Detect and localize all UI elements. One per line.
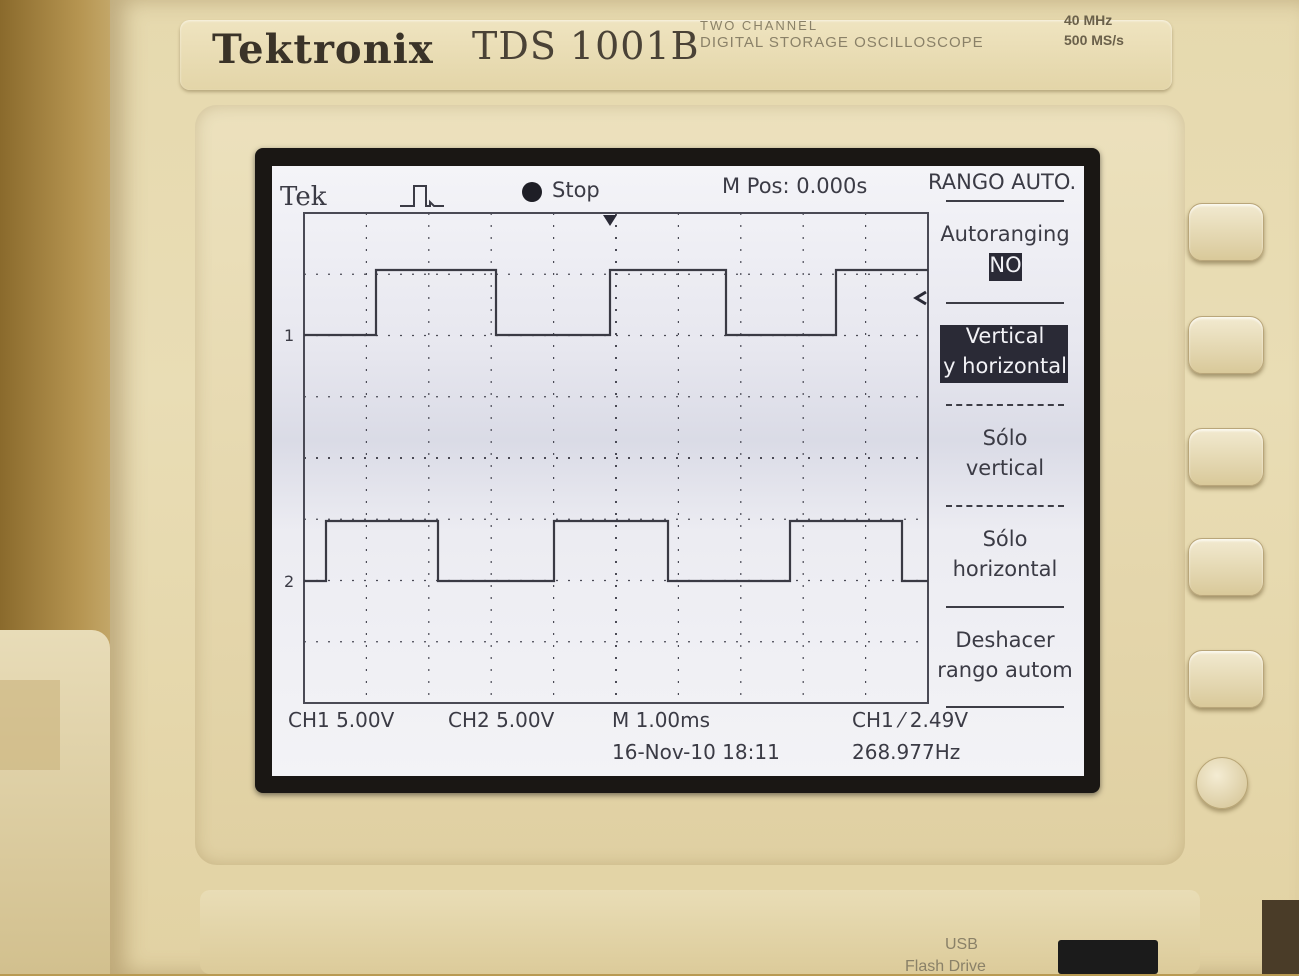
waveform-graticule xyxy=(303,212,929,704)
menu-divider xyxy=(946,404,1064,406)
spec-sample-rate: 500 MS/s xyxy=(1064,32,1124,48)
menu-item-vertical-horizontal-line2: y horizontal xyxy=(943,354,1067,378)
flash-drive-label: Flash Drive xyxy=(905,958,986,975)
menu-divider xyxy=(946,505,1064,507)
menu-item-deshacer-line2: rango autom xyxy=(937,658,1073,682)
autoranging-value: NO xyxy=(989,253,1022,277)
description-line-2: DIGITAL STORAGE OSCILLOSCOPE xyxy=(700,34,984,51)
menu-item-vertical-horizontal-line1: Vertical xyxy=(965,324,1045,348)
menu-divider xyxy=(946,200,1064,202)
ch1-scale: CH1 5.00V xyxy=(288,708,395,732)
frequency-readout: 268.977Hz xyxy=(852,740,961,764)
stop-icon xyxy=(522,182,542,202)
multipurpose-knob[interactable] xyxy=(1196,757,1248,809)
menu-item-solo-vertical-line2: vertical xyxy=(965,456,1045,480)
menu-softkey-2[interactable] xyxy=(1188,316,1264,374)
ch1-ground-marker: 1 xyxy=(284,326,295,345)
date-time: 16-Nov-10 18:11 xyxy=(612,740,780,764)
menu-softkey-3[interactable] xyxy=(1188,428,1264,486)
menu-softkey-4[interactable] xyxy=(1188,538,1264,596)
brand-logo: Tektronix xyxy=(212,26,434,73)
horizontal-position: M Pos: 0.000s xyxy=(722,174,868,198)
trigger-level-marker-icon xyxy=(913,290,927,306)
ch1-waveform xyxy=(304,268,928,337)
usb-label: USB xyxy=(945,936,978,953)
trigger-readout: CH1 ⁄ 2.49V xyxy=(852,708,968,732)
ch2-ground-marker: 2 xyxy=(284,572,295,591)
lower-panel xyxy=(200,890,1200,974)
run-state: Stop xyxy=(552,178,600,202)
menu-item-solo-vertical-line1: Sólo xyxy=(982,426,1028,450)
timebase: M 1.00ms xyxy=(612,708,711,732)
trigger-position-marker-icon xyxy=(603,215,617,226)
menu-softkey-1[interactable] xyxy=(1188,203,1264,261)
menu-title: RANGO AUTO. xyxy=(928,170,1077,194)
menu-softkey-5[interactable] xyxy=(1188,650,1264,708)
menu-item-autoranging: Autoranging xyxy=(940,222,1070,246)
model-name: TDS 1001B xyxy=(472,24,700,68)
description-line-1: TWO CHANNEL xyxy=(700,18,819,33)
spec-bandwidth: 40 MHz xyxy=(1064,12,1113,28)
usb-port[interactable] xyxy=(1058,940,1158,974)
ch2-scale: CH2 5.00V xyxy=(448,708,555,732)
housing-side-edge xyxy=(1262,900,1299,974)
menu-divider xyxy=(946,606,1064,608)
menu-item-solo-horizontal-line2: horizontal xyxy=(952,557,1058,581)
ch2-waveform xyxy=(304,519,928,583)
menu-divider xyxy=(946,302,1064,304)
menu-item-deshacer-line1: Deshacer xyxy=(955,628,1055,652)
menu-item-solo-horizontal-line1: Sólo xyxy=(982,527,1028,551)
adjacent-equipment-edge xyxy=(0,680,60,770)
